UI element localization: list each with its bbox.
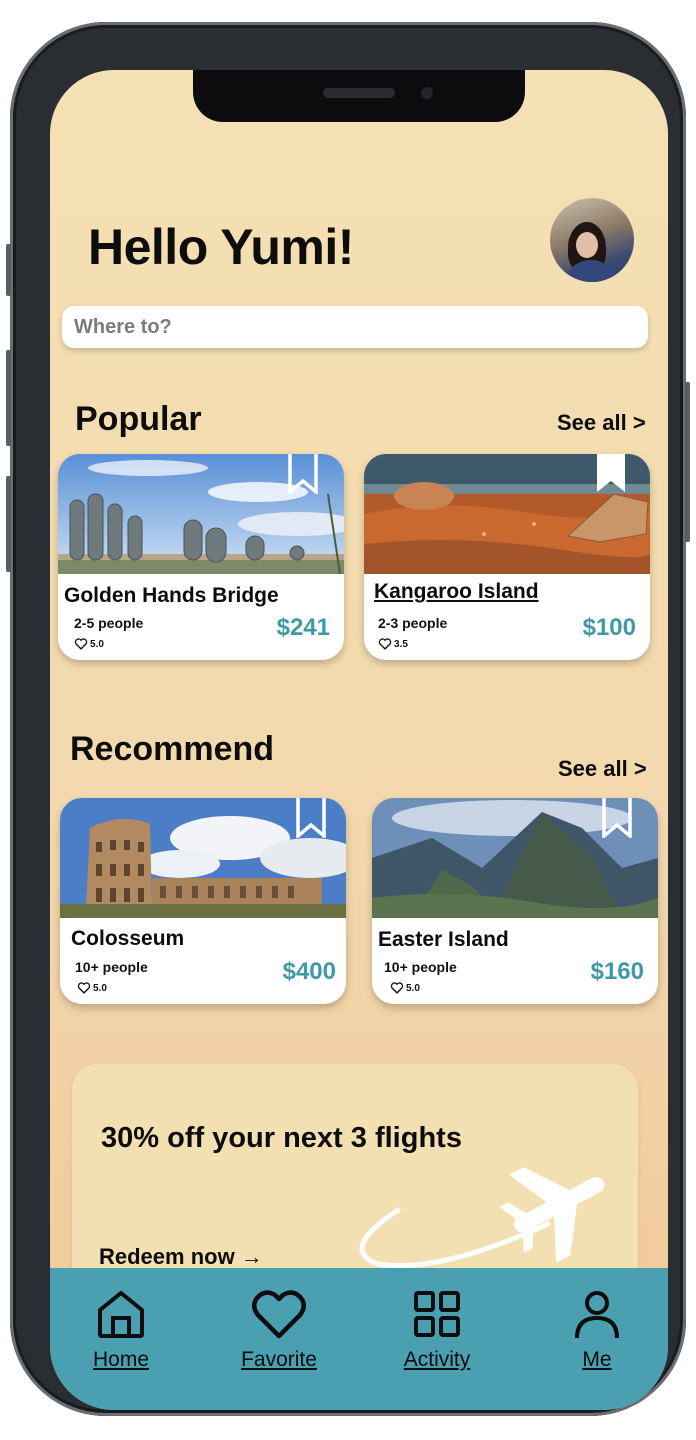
avatar[interactable] bbox=[550, 198, 634, 282]
card-price: $160 bbox=[590, 958, 644, 985]
card-people: 10+ people bbox=[75, 959, 148, 975]
avatar-face bbox=[576, 232, 598, 258]
side-button bbox=[6, 350, 11, 446]
tab-home[interactable]: Home bbox=[66, 1288, 176, 1372]
card-name: Golden Hands Bridge bbox=[64, 584, 279, 607]
rating-value: 5.0 bbox=[93, 982, 107, 994]
card-name: Easter Island bbox=[378, 928, 509, 951]
phone-frame: Hello Yumi! Popular See all > bbox=[6, 22, 690, 1416]
heart-outline-icon bbox=[74, 638, 88, 650]
bookmark-icon[interactable] bbox=[288, 454, 318, 494]
card-price: $100 bbox=[582, 614, 636, 641]
heart-outline-icon bbox=[390, 982, 404, 994]
card-name: Colosseum bbox=[71, 927, 185, 950]
card-people: 2-3 people bbox=[378, 615, 448, 631]
side-button bbox=[6, 476, 11, 572]
destination-card-kangaroo-island[interactable]: Kangaroo Island 2-3 people 3.5 $100 bbox=[364, 454, 650, 660]
redeem-now-link[interactable]: Redeem now → bbox=[99, 1244, 263, 1270]
tab-label: Favorite bbox=[241, 1348, 317, 1371]
side-button bbox=[685, 382, 690, 542]
destination-card-easter-island[interactable]: Easter Island 10+ people 5.0 $160 bbox=[372, 798, 658, 1004]
tab-label: Home bbox=[92, 1348, 150, 1371]
greeting-title: Hello Yumi! bbox=[88, 219, 354, 275]
card-price: $241 bbox=[276, 614, 330, 641]
tab-label: Me bbox=[582, 1348, 612, 1371]
popular-see-all-link[interactable]: See all > bbox=[557, 410, 646, 436]
heart-outline-icon bbox=[77, 982, 91, 994]
rating-value: 3.5 bbox=[394, 638, 408, 650]
camera bbox=[421, 87, 433, 99]
recommend-see-all-link[interactable]: See all > bbox=[558, 756, 647, 782]
tab-me[interactable]: Me bbox=[542, 1288, 652, 1372]
grid-icon bbox=[414, 1291, 460, 1337]
side-button bbox=[6, 244, 11, 296]
tab-favorite[interactable]: Favorite bbox=[224, 1288, 334, 1372]
tab-label: Activity bbox=[403, 1348, 471, 1371]
bookmark-icon[interactable] bbox=[602, 798, 632, 838]
destination-card-golden-hands[interactable]: Golden Hands Bridge 2-5 people 5.0 $241 bbox=[58, 454, 344, 660]
card-rating: 3.5 bbox=[378, 638, 408, 650]
bookmark-icon[interactable] bbox=[596, 454, 626, 494]
popular-title: Popular bbox=[75, 400, 202, 438]
search-input[interactable] bbox=[62, 306, 648, 348]
rating-value: 5.0 bbox=[406, 982, 420, 994]
heart-outline-icon bbox=[378, 638, 392, 650]
card-people: 2-5 people bbox=[74, 615, 144, 631]
airplane-icon bbox=[359, 1167, 605, 1269]
card-price: $400 bbox=[282, 958, 336, 985]
card-rating: 5.0 bbox=[77, 982, 107, 994]
recommend-title: Recommend bbox=[70, 730, 275, 768]
card-people: 10+ people bbox=[384, 959, 457, 975]
rating-value: 5.0 bbox=[90, 638, 104, 650]
card-rating: 5.0 bbox=[390, 982, 420, 994]
home-icon bbox=[98, 1291, 144, 1338]
heart-icon bbox=[252, 1290, 306, 1339]
destination-card-colosseum[interactable]: Colosseum 10+ people 5.0 $400 bbox=[60, 798, 346, 1004]
speaker bbox=[323, 88, 395, 98]
card-rating: 5.0 bbox=[74, 638, 104, 650]
user-icon bbox=[575, 1291, 619, 1339]
bookmark-icon[interactable] bbox=[296, 798, 326, 838]
card-name: Kangaroo Island bbox=[374, 580, 539, 603]
bottom-tab-bar: Home Favorite Activity Me bbox=[50, 1268, 668, 1410]
app-screen: Hello Yumi! Popular See all > bbox=[50, 70, 668, 1410]
tab-activity[interactable]: Activity bbox=[382, 1288, 492, 1372]
notch bbox=[193, 70, 525, 122]
